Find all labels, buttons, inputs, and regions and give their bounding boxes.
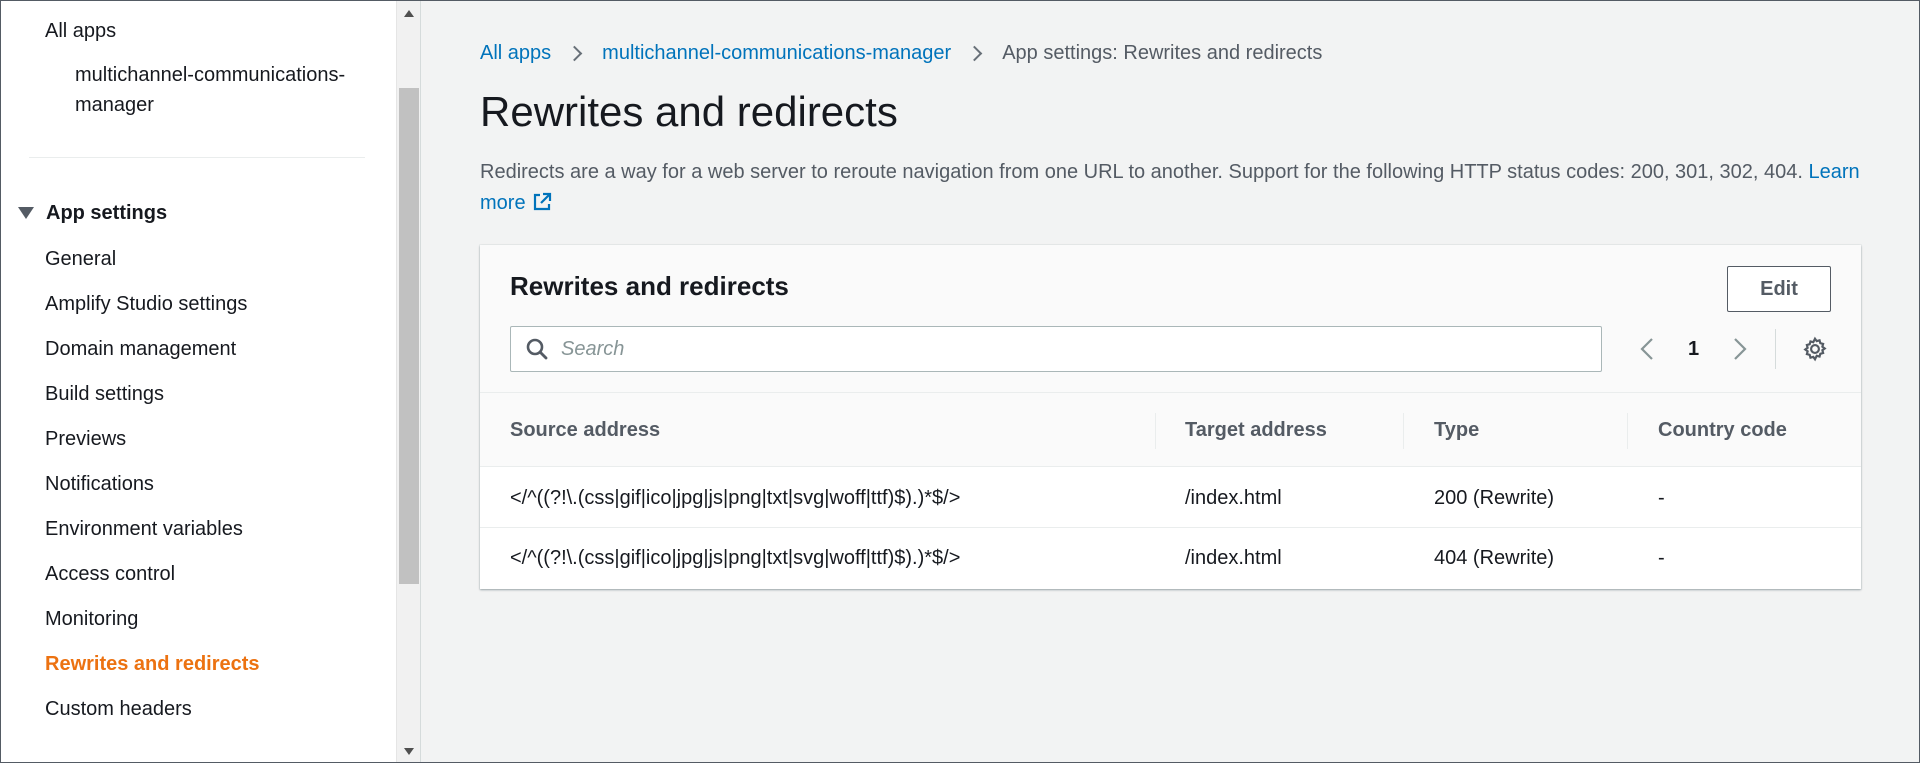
search-input[interactable] (549, 327, 1601, 371)
cell-country-code: - (1658, 486, 1665, 509)
cell-source-address: </^((?!\.(css|gif|ico|jpg|js|png|txt|svg… (510, 546, 961, 569)
sidebar-item-domain-management[interactable]: Domain management (45, 334, 236, 364)
caret-down-icon (18, 207, 34, 219)
chevron-right-icon (966, 45, 983, 61)
table-row: </^((?!\.(css|gif|ico|jpg|js|png|txt|svg… (480, 528, 1861, 588)
column-header-target: Target address (1185, 418, 1327, 441)
cell-type: 200 (Rewrite) (1434, 486, 1555, 509)
cell-source-address: </^((?!\.(css|gif|ico|jpg|js|png|txt|svg… (510, 486, 961, 509)
sidebar-item-environment-variables[interactable]: Environment variables (45, 514, 243, 544)
external-link-icon (533, 192, 551, 211)
sidebar-item-monitoring[interactable]: Monitoring (45, 604, 138, 634)
sidebar-item-general[interactable]: General (45, 244, 116, 274)
table-header-row: Source address Target address Type Count… (480, 393, 1861, 467)
sidebar-item-previews[interactable]: Previews (45, 424, 126, 454)
column-header-country-code: Country code (1658, 418, 1787, 441)
page-description: Redirects are a way for a web server to … (480, 157, 1870, 219)
column-separator (1403, 413, 1404, 449)
scroll-up-arrow-icon[interactable] (404, 10, 414, 17)
rewrites-redirects-table-container: Rewrites and redirects Edit 1 Source add… (480, 245, 1861, 589)
sidebar-item-rewrites-and-redirects[interactable]: Rewrites and redirects (45, 649, 260, 679)
page-title: Rewrites and redirects (480, 88, 898, 135)
pager-divider (1775, 329, 1777, 369)
cell-target-address: /index.html (1185, 486, 1282, 509)
sidebar-app-link[interactable]: multichannel-communications-manager (75, 60, 355, 120)
app-settings-section-toggle[interactable]: App settings (18, 198, 167, 228)
sidebar: All apps multichannel-communications-man… (0, 0, 396, 763)
column-header-type: Type (1434, 418, 1480, 441)
edit-button[interactable]: Edit (1727, 266, 1831, 312)
cell-target-address: /index.html (1185, 546, 1282, 569)
table-header-area: Rewrites and redirects Edit 1 (480, 245, 1861, 393)
gear-icon[interactable] (1802, 336, 1828, 362)
column-separator (1627, 413, 1628, 449)
column-separator (1155, 413, 1156, 449)
sidebar-scrollbar[interactable] (396, 0, 420, 763)
table-title: Rewrites and redirects (510, 271, 789, 301)
scroll-thumb[interactable] (399, 88, 419, 584)
search-icon (526, 338, 548, 360)
sidebar-item-custom-headers[interactable]: Custom headers (45, 694, 192, 724)
chevron-right-icon[interactable] (1733, 337, 1747, 361)
section-title: App settings (46, 201, 168, 224)
cell-type: 404 (Rewrite) (1434, 546, 1555, 569)
table-row: </^((?!\.(css|gif|ico|jpg|js|png|txt|svg… (480, 468, 1861, 528)
breadcrumb-all-apps[interactable]: All apps (480, 42, 551, 65)
sidebar-item-amplify-studio-settings[interactable]: Amplify Studio settings (45, 289, 247, 319)
description-text: Redirects are a way for a web server to … (480, 161, 1803, 183)
cell-country-code: - (1658, 546, 1665, 569)
pagination: 1 (1640, 326, 1828, 372)
column-header-source: Source address (510, 418, 661, 441)
chevron-right-icon (566, 45, 583, 61)
sidebar-divider (29, 157, 365, 158)
sidebar-item-notifications[interactable]: Notifications (45, 469, 154, 499)
breadcrumb-current: App settings: Rewrites and redirects (1002, 41, 1323, 64)
breadcrumb: All apps multichannel-communications-man… (480, 38, 1322, 68)
scroll-down-arrow-icon[interactable] (404, 748, 414, 755)
sidebar-all-apps-link[interactable]: All apps (45, 16, 116, 46)
sidebar-item-access-control[interactable]: Access control (45, 559, 175, 589)
sidebar-item-build-settings[interactable]: Build settings (45, 379, 164, 409)
search-box[interactable] (510, 326, 1602, 372)
chevron-left-icon[interactable] (1640, 337, 1654, 361)
sidebar-split-line (420, 0, 421, 763)
current-page-number[interactable]: 1 (1688, 338, 1699, 361)
breadcrumb-app[interactable]: multichannel-communications-manager (602, 42, 951, 65)
